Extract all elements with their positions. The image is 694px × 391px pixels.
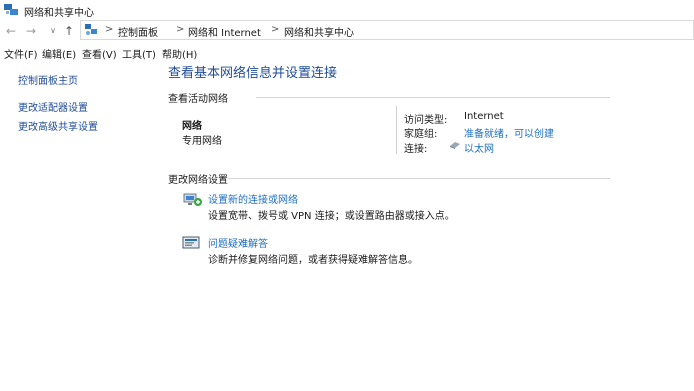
page-title: 查看基本网络信息并设置连接 — [168, 66, 338, 81]
ethernet-link[interactable]: 以太网 — [464, 140, 494, 155]
new-connection-icon — [183, 193, 202, 206]
breadcrumb-control-panel[interactable]: 控制面板 — [118, 24, 158, 39]
breadcrumb-separator: > — [105, 24, 114, 35]
task-troubleshoot-desc: 诊断并修复网络问题，或者获得疑难解答信息。 — [208, 255, 418, 266]
forward-arrow-icon: → — [25, 24, 37, 38]
ethernet-icon — [450, 142, 460, 149]
back-arrow-icon: ← — [5, 24, 17, 38]
section-divider — [256, 97, 610, 98]
forward-button[interactable]: → — [24, 24, 38, 38]
network-name: 网络 — [182, 121, 202, 132]
menu-tools[interactable]: 工具(T) — [122, 46, 156, 61]
troubleshoot-icon — [182, 236, 200, 249]
change-settings-label: 更改网络设置 — [168, 175, 228, 186]
breadcrumb-network-internet[interactable]: 网络和 Internet — [188, 24, 261, 39]
homegroup-label: 家庭组: — [404, 129, 438, 140]
homegroup-link[interactable]: 准备就绪，可以创建 — [464, 125, 554, 140]
menu-help[interactable]: 帮助(H) — [162, 46, 197, 61]
address-bar[interactable] — [80, 20, 694, 40]
network-center-icon — [4, 4, 18, 15]
task-troubleshoot[interactable]: 问题疑难解答 — [208, 235, 268, 250]
section-divider — [228, 178, 610, 179]
back-button[interactable]: ← — [4, 24, 18, 38]
chevron-down-icon: ∨ — [50, 26, 56, 35]
sidebar-item-change-advanced-sharing[interactable]: 更改高级共享设置 — [18, 118, 98, 133]
task-new-connection-desc: 设置宽带、拨号或 VPN 连接；或设置路由器或接入点。 — [208, 211, 455, 222]
breadcrumb-separator: > — [271, 24, 280, 35]
up-arrow-icon: ↑ — [63, 24, 75, 38]
access-type-value: Internet — [464, 111, 504, 122]
network-type: 专用网络 — [182, 136, 222, 147]
sidebar-item-change-adapter-settings[interactable]: 更改适配器设置 — [18, 99, 88, 114]
control-panel-icon — [85, 24, 97, 35]
window-title: 网络和共享中心 — [24, 8, 94, 19]
column-divider — [396, 106, 397, 154]
breadcrumb-separator: > — [176, 24, 185, 35]
task-new-connection[interactable]: 设置新的连接或网络 — [208, 191, 298, 206]
connection-label: 连接: — [404, 144, 428, 155]
menu-view[interactable]: 查看(V) — [82, 46, 117, 61]
breadcrumb-network-sharing-center[interactable]: 网络和共享中心 — [284, 24, 354, 39]
menu-file[interactable]: 文件(F) — [4, 46, 38, 61]
active-networks-label: 查看活动网络 — [168, 94, 228, 105]
title-bar — [0, 0, 694, 20]
sidebar-item-control-panel-home[interactable]: 控制面板主页 — [18, 72, 78, 87]
up-button[interactable]: ↑ — [62, 24, 76, 38]
menu-edit[interactable]: 编辑(E) — [42, 46, 76, 61]
access-type-label: 访问类型: — [404, 115, 448, 126]
recent-locations-button[interactable]: ∨ — [46, 24, 60, 38]
